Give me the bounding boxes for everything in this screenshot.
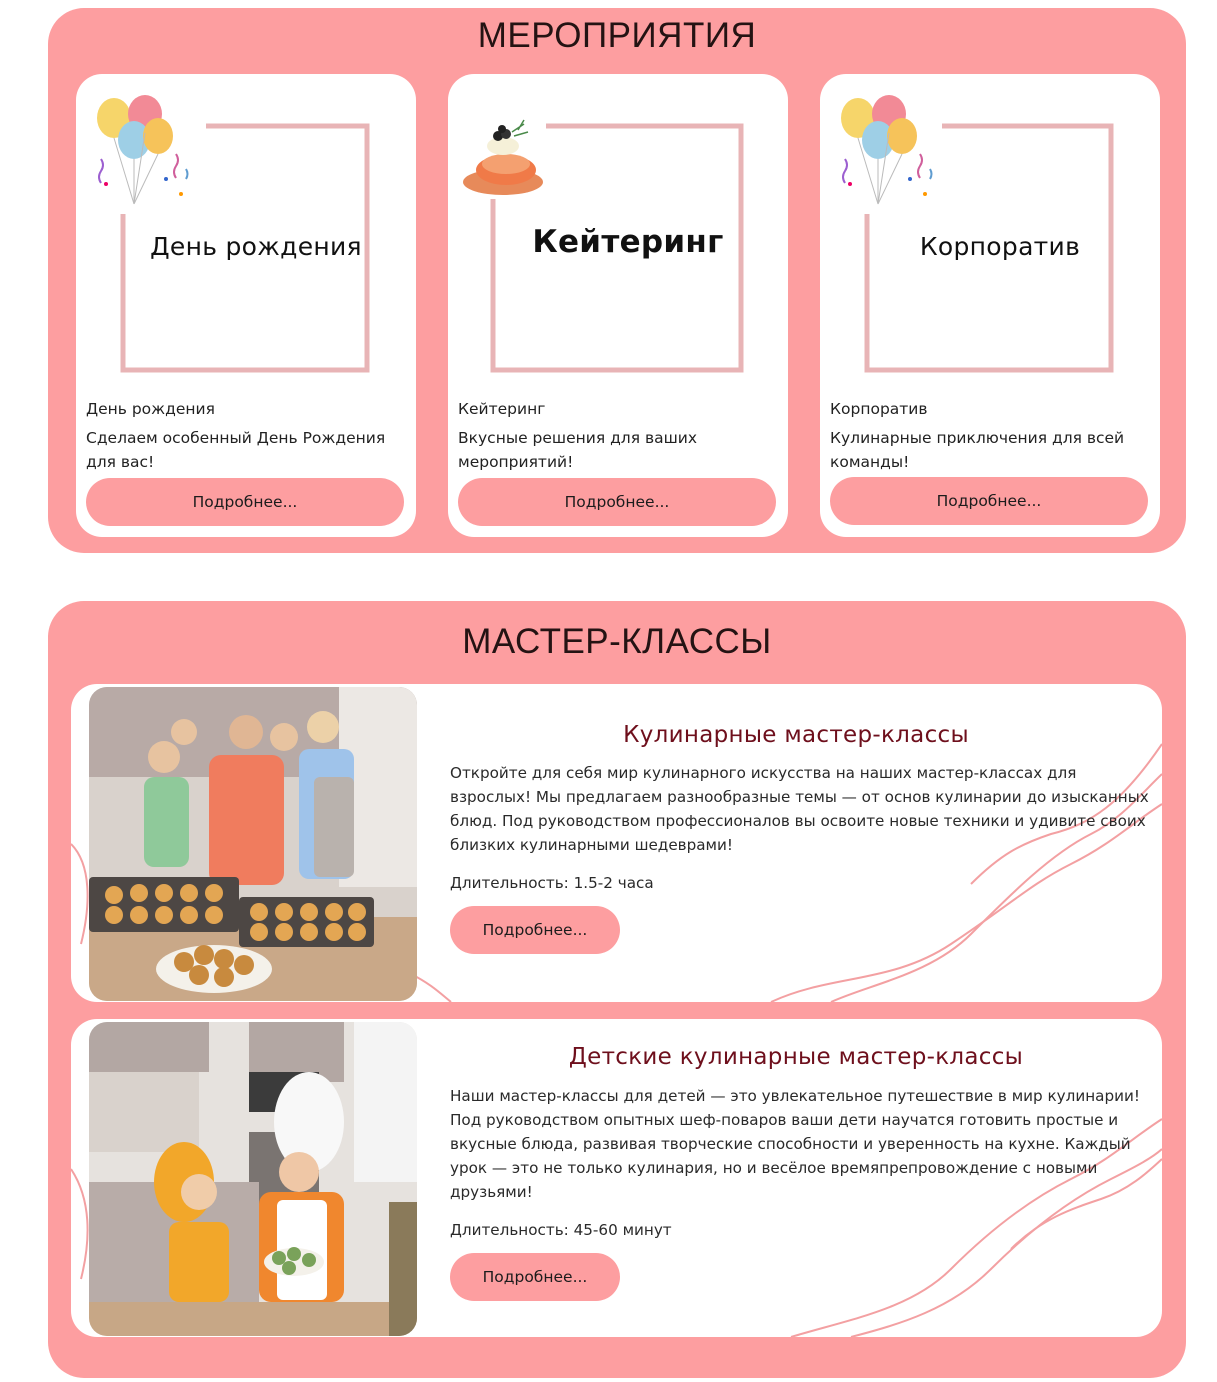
- event-description: Вкусные решения для ваших мероприятий!: [458, 429, 698, 471]
- class-photo-adults: [89, 687, 417, 1001]
- class-duration: Длительность: 1.5-2 часа: [450, 874, 654, 892]
- class-details-button[interactable]: Подробнее...: [450, 906, 620, 954]
- event-card-corporate: Корпоратив Корпоратив Кулинарные приключ…: [820, 74, 1160, 537]
- event-details-button[interactable]: Подробнее...: [86, 478, 404, 526]
- event-illustration: Корпоратив: [820, 74, 1160, 404]
- class-duration: Длительность: 45-60 минут: [450, 1221, 672, 1239]
- balloons-icon: [838, 94, 942, 214]
- illustration-label: Корпоратив: [919, 232, 1081, 261]
- events-section: МЕРОПРИЯТИЯ День рождения День рождения …: [48, 8, 1186, 553]
- event-illustration: День рождения: [76, 74, 416, 404]
- class-card-kids: Детские кулинарные мастер-классы Наши ма…: [71, 1019, 1162, 1337]
- illustration-label: День рождения: [150, 232, 362, 261]
- classes-heading: МАСТЕР-КЛАССЫ: [462, 622, 772, 661]
- classes-section: МАСТЕР-КЛАССЫ Кулинарные мастер-классы О…: [48, 601, 1186, 1378]
- events-heading: МЕРОПРИЯТИЯ: [477, 16, 757, 55]
- class-card-adults: Кулинарные мастер-классы Откройте для се…: [71, 684, 1162, 1002]
- class-title: Детские кулинарные мастер-классы: [568, 1044, 1024, 1070]
- class-title: Кулинарные мастер-классы: [623, 722, 969, 748]
- class-description: Наши мастер-классы для детей — это увлек…: [450, 1087, 1140, 1201]
- event-details-button[interactable]: Подробнее...: [830, 477, 1148, 525]
- event-illustration: Кейтеринг: [448, 74, 788, 404]
- event-title: Кейтеринг: [458, 400, 546, 418]
- event-card-birthday: День рождения День рождения Сделаем особ…: [76, 74, 416, 537]
- event-card-catering: Кейтеринг Кейтеринг Вкусные решения для …: [448, 74, 788, 537]
- class-details-button[interactable]: Подробнее...: [450, 1253, 620, 1301]
- class-photo-kids: [89, 1022, 417, 1336]
- event-details-button[interactable]: Подробнее...: [458, 478, 776, 526]
- balloons-icon: [97, 95, 206, 214]
- event-description: Сделаем особенный День Рождения для вас!: [86, 429, 386, 471]
- illustration-label: Кейтеринг: [532, 224, 724, 260]
- food-plate-icon: [462, 119, 546, 199]
- event-title: День рождения: [86, 400, 215, 418]
- class-description: Откройте для себя мир кулинарного искусс…: [450, 764, 1149, 854]
- event-description: Кулинарные приключения для всей команды!: [830, 429, 1125, 471]
- event-title: Корпоратив: [830, 400, 928, 418]
